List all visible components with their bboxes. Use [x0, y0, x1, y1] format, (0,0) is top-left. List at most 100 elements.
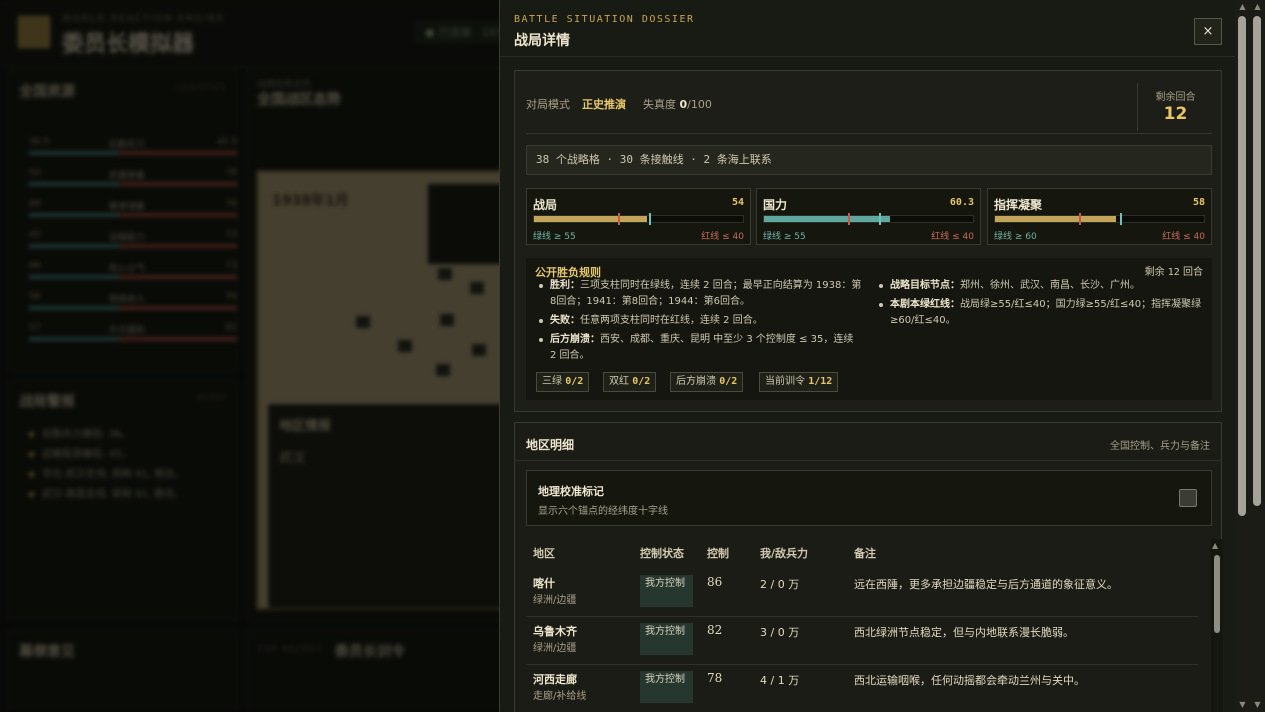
chip-label: 双红: [609, 376, 629, 387]
counter-chip-double-red: 双红 0/2: [603, 372, 657, 392]
situation-card: 对局模式 正史推演 失真度 0/100 剩余回合 12 38 个战略格 · 30…: [514, 70, 1222, 412]
table-scrollbar[interactable]: ▲: [1211, 539, 1223, 712]
drawer-scrollbar[interactable]: ▲ ▼: [1235, 0, 1250, 712]
counter-chip-rear-collapse: 后方崩溃 0/2: [670, 372, 744, 392]
col-header-force[interactable]: 我/敌兵力: [760, 545, 808, 561]
rounds-label: 剩余回合: [1155, 92, 1196, 103]
scroll-thumb[interactable]: [1214, 555, 1220, 633]
calibration-subtitle: 显示六个锚点的经纬度十字线: [538, 506, 668, 517]
distortion-max: /100: [687, 98, 712, 111]
distortion-readout: 失真度 0/100: [643, 96, 712, 112]
meter-value: 54: [731, 197, 744, 208]
region-type: 走廊/补给线: [533, 691, 587, 702]
distortion-value: 0: [679, 98, 688, 111]
status-badge: 我方控制: [640, 623, 693, 655]
green-line-marker: [878, 213, 881, 225]
force-value: 2 / 0 万: [760, 578, 800, 591]
geo-calibration-toggle-row: 地理校准标记 显示六个锚点的经纬度十字线: [526, 470, 1212, 526]
control-value: 78: [707, 671, 723, 685]
col-header-control[interactable]: 控制: [707, 545, 729, 561]
scroll-down-arrow[interactable]: ▼: [1235, 700, 1250, 709]
page-scrollbars: ▲ ▼ ▲ ▼: [1235, 0, 1265, 712]
meter-red-threshold: 红线 ≤ 40: [701, 232, 744, 242]
chip-label: 后方崩溃: [676, 376, 716, 387]
calibration-title: 地理校准标记: [538, 485, 604, 498]
col-header-status[interactable]: 控制状态: [640, 545, 684, 561]
scroll-up-arrow[interactable]: ▲: [1250, 2, 1265, 11]
control-value: 82: [707, 623, 723, 637]
close-button[interactable]: ×: [1194, 18, 1222, 45]
scroll-up-arrow[interactable]: ▲: [1212, 541, 1218, 550]
rule-head: 后方崩溃：: [550, 334, 600, 345]
meter-1: 国力 60.3 绿线 ≥ 55 红线 ≤ 40: [756, 188, 981, 245]
chip-value: 0/2: [632, 376, 651, 387]
scroll-thumb[interactable]: [1253, 16, 1261, 506]
col-header-note[interactable]: 备注: [854, 545, 876, 561]
control-value: 86: [707, 575, 723, 589]
rule-head: 失败：: [550, 315, 580, 326]
meter-red-threshold: 红线 ≤ 40: [931, 232, 974, 242]
status-badge: 我方控制: [640, 671, 693, 703]
rules-panel: 公开胜负规则 剩余 12 回合 胜利：三项支柱同时在绿线，连续 2 回合；最早正…: [526, 258, 1212, 400]
scroll-thumb[interactable]: [1238, 16, 1246, 516]
rule-rear-collapse: 后方崩溃：西安、成都、重庆、昆明 中至少 3 个控制度 ≤ 35，连续 2 回合…: [537, 332, 862, 364]
red-line-marker: [847, 213, 850, 225]
rule-victory: 胜利：三项支柱同时在绿线，连续 2 回合；最早正向结算为 1938：第8回合；1…: [537, 278, 862, 310]
counter-chip-three-green: 三绿 0/2: [536, 372, 590, 392]
table-row[interactable]: 乌鲁木齐 绿洲/边疆 我方控制 82 3 / 0 万 西北绿洲节点稳定，但与内地…: [526, 617, 1198, 665]
region-note: 远在西陲，更多承担边疆稳定与后方通道的象征意义。: [854, 578, 1118, 591]
mode-value: 正史推演: [582, 98, 626, 111]
col-header-region[interactable]: 地区: [533, 545, 555, 561]
meter-fill: [995, 216, 1117, 222]
meter-name: 指挥凝聚: [994, 198, 1043, 212]
green-line-marker: [1120, 213, 1123, 225]
rules-list-right: 战略目标节点：郑州、徐州、武汉、南昌、长沙、广州。 本剧本绿红线：战局绿≥55/…: [877, 278, 1207, 332]
meter-green-threshold: 绿线 ≥ 55: [533, 232, 576, 242]
rules-left-value: 12: [1167, 267, 1180, 278]
scroll-up-arrow[interactable]: ▲: [1235, 2, 1250, 11]
meter-fill: [534, 216, 647, 222]
region-name: 喀什: [533, 577, 555, 590]
chip-value: 1/12: [808, 376, 833, 387]
force-value: 3 / 0 万: [760, 626, 800, 639]
scroll-down-arrow[interactable]: ▼: [1250, 700, 1265, 709]
rule-defeat: 失败：任意两项支柱同时在红线，连续 2 回合。: [537, 313, 862, 329]
drawer-kicker: BATTLE SITUATION DOSSIER: [514, 14, 695, 25]
rule-text: 三项支柱同时在绿线，连续 2 回合；最早正向结算为 1938：第8回合；1941…: [550, 280, 862, 307]
rules-left-label: 剩余: [1144, 267, 1165, 278]
rule-head: 胜利：: [550, 280, 580, 291]
meter-0: 战局 54 绿线 ≥ 55 红线 ≤ 40: [526, 188, 751, 245]
meter-green-threshold: 绿线 ≥ 60: [994, 232, 1037, 242]
rule-text: 任意两项支柱同时在红线，连续 2 回合。: [580, 315, 763, 326]
meter-track: [994, 213, 1205, 225]
counter-chip-current-decree: 当前训令 1/12: [759, 372, 839, 392]
meter-green-threshold: 绿线 ≥ 55: [763, 232, 806, 242]
calibration-checkbox[interactable]: [1179, 489, 1197, 507]
rules-list-left: 胜利：三项支柱同时在绿线，连续 2 回合；最早正向结算为 1938：第8回合；1…: [537, 278, 862, 367]
region-type: 绿洲/边疆: [533, 595, 577, 606]
region-name: 河西走廊: [533, 673, 577, 686]
force-value: 4 / 1 万: [760, 674, 800, 687]
table-row[interactable]: 河西走廊 走廊/补给线 我方控制 78 4 / 1 万 西北运输咽喉，任何动摇都…: [526, 665, 1198, 712]
battle-dossier-drawer: BATTLE SITUATION DOSSIER 战局详情 × 对局模式 正史推…: [499, 0, 1235, 712]
rounds-remaining: 剩余回合 12: [1137, 83, 1213, 131]
map-summary: 38 个战略格 · 30 条接触线 · 2 条海上联系: [526, 145, 1212, 175]
distortion-label: 失真度: [643, 98, 676, 111]
meter-red-threshold: 红线 ≤ 40: [1162, 232, 1205, 242]
rule-head: 本剧本绿红线：: [890, 299, 960, 310]
table-row[interactable]: 喀什 绿洲/边疆 我方控制 86 2 / 0 万 远在西陲，更多承担边疆稳定与后…: [526, 569, 1198, 617]
meter-fill: [764, 216, 891, 222]
region-note: 西北运输咽喉，任何动摇都会牵动兰州与关中。: [854, 674, 1085, 687]
page-scrollbar[interactable]: ▲ ▼: [1250, 0, 1265, 712]
region-note: 西北绿洲节点稳定，但与内地联系漫长脆弱。: [854, 626, 1074, 639]
status-badge: 我方控制: [640, 575, 693, 607]
chip-value: 0/2: [565, 376, 584, 387]
meter-name: 战局: [533, 198, 558, 212]
meter-value: 60.3: [949, 197, 974, 208]
region-type: 绿洲/边疆: [533, 643, 577, 654]
meter-value: 58: [1192, 197, 1205, 208]
meter-track: [763, 213, 974, 225]
chip-label: 当前训令: [765, 376, 805, 387]
chip-label: 三绿: [542, 376, 562, 387]
region-details-title: 地区明细: [526, 438, 575, 452]
